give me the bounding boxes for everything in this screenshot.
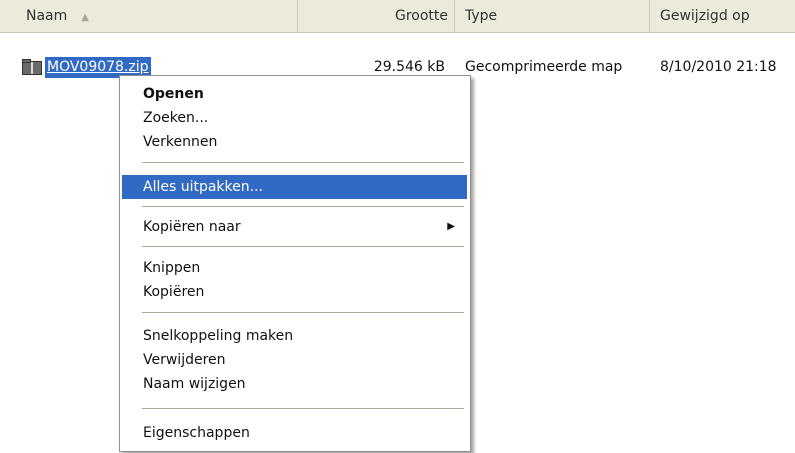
menu-item-copy-to-label: Kopiëren naar	[143, 219, 241, 235]
column-header-modified[interactable]: Gewijzigd op	[650, 0, 795, 32]
menu-separator	[142, 206, 464, 208]
column-header-name-label: Naam	[26, 8, 68, 24]
column-header-type[interactable]: Type	[455, 0, 650, 32]
submenu-arrow-icon: ▶	[447, 221, 455, 232]
menu-separator	[142, 162, 464, 164]
column-header-modified-label: Gewijzigd op	[660, 8, 750, 24]
menu-item-properties[interactable]: Eigenschappen	[143, 421, 250, 445]
file-modified: 8/10/2010 21:18	[660, 59, 777, 75]
file-type: Gecomprimeerde map	[465, 59, 623, 75]
column-header-bar: Naam ▲ Grootte Type Gewijzigd op	[0, 0, 795, 33]
menu-separator	[142, 246, 464, 248]
sort-ascending-icon: ▲	[81, 12, 89, 23]
column-header-type-label: Type	[465, 8, 498, 24]
menu-item-open[interactable]: Openen	[143, 82, 204, 106]
menu-item-extract-all[interactable]: Alles uitpakken...	[122, 175, 467, 199]
menu-item-rename[interactable]: Naam wijzigen	[143, 372, 246, 396]
menu-item-cut[interactable]: Knippen	[143, 256, 200, 280]
menu-separator	[142, 408, 464, 410]
context-menu: Openen Zoeken... Verkennen Alles uitpakk…	[119, 75, 471, 452]
column-divider[interactable]	[297, 0, 298, 32]
column-header-size[interactable]: Grootte	[300, 0, 448, 32]
menu-item-copy-to[interactable]: Kopiëren naar ▶	[143, 215, 465, 239]
zip-folder-icon	[22, 59, 42, 75]
menu-item-explore[interactable]: Verkennen	[143, 130, 217, 154]
menu-separator	[142, 312, 464, 314]
menu-item-create-shortcut[interactable]: Snelkoppeling maken	[143, 324, 293, 348]
menu-item-search[interactable]: Zoeken...	[143, 106, 208, 130]
menu-item-delete[interactable]: Verwijderen	[143, 348, 226, 372]
menu-item-copy[interactable]: Kopiëren	[143, 280, 204, 304]
